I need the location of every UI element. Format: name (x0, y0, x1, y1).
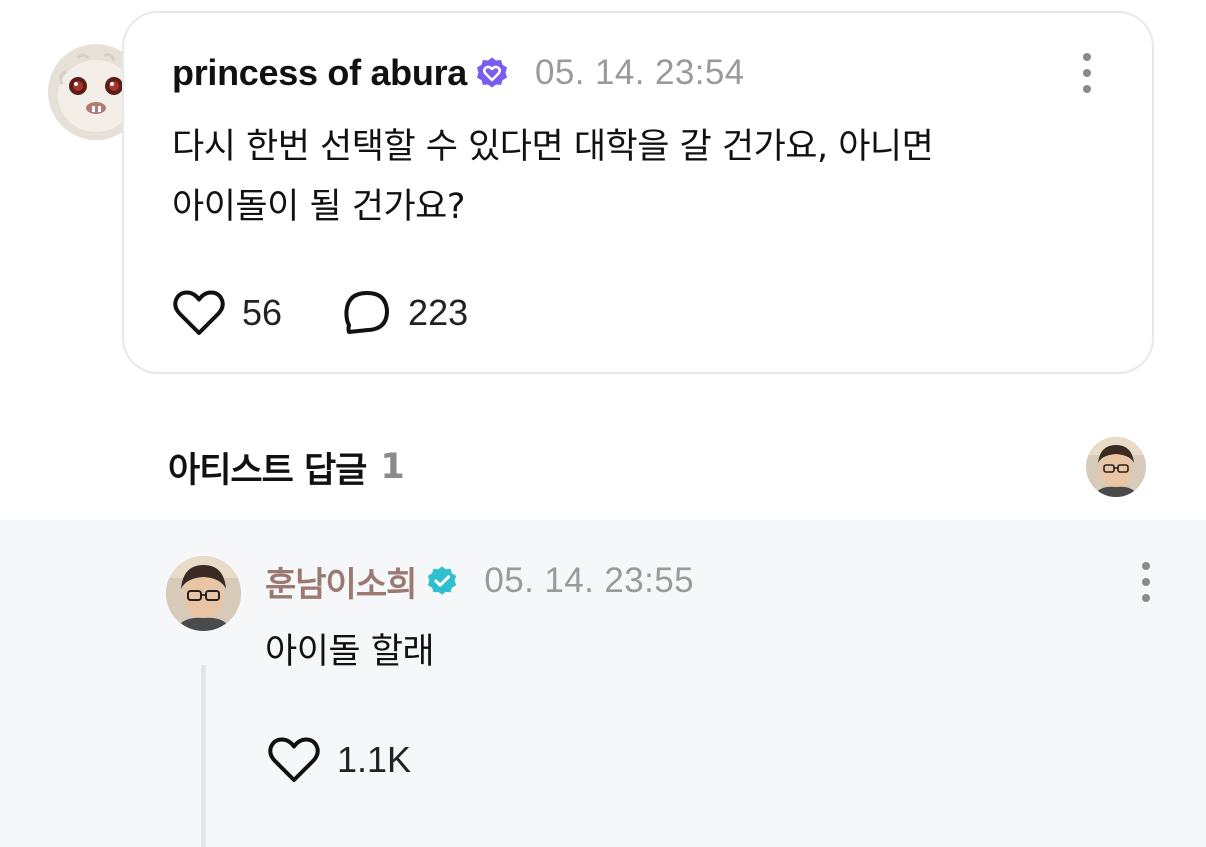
artist-portrait-image (1086, 437, 1146, 497)
reply-actions: 1.1K (267, 734, 411, 786)
reply-timestamp: 05. 14. 23:55 (484, 561, 694, 600)
post-author-name[interactable]: princess of abura (172, 52, 467, 94)
artist-portrait-image (166, 556, 241, 631)
artist-replies-label: 아티스트 답글 (168, 450, 367, 491)
speech-bubble-icon (344, 291, 390, 334)
post-header: princess of abura 05. 14. 23:54 (172, 52, 745, 94)
post-reply-button[interactable]: 223 (342, 289, 468, 337)
post-timestamp: 05. 14. 23:54 (535, 53, 745, 92)
reply-text: 아이돌 할래 (265, 632, 435, 672)
reply-like-button[interactable]: 1.1K (267, 736, 411, 784)
heart-outline-icon (268, 737, 320, 782)
reply-more-options-icon[interactable] (1140, 562, 1152, 602)
heart-outline-icon (173, 290, 225, 335)
reply-author-name[interactable]: 훈남이소희 (265, 557, 417, 606)
post-text: 다시 한번 선택할 수 있다면 대학을 갈 건가요, 아니면 아이돌이 될 건가… (172, 127, 934, 227)
post-like-count: 56 (242, 292, 283, 333)
original-post-card: princess of abura 05. 14. 23:54 다시 한번 선택… (122, 11, 1154, 374)
post-reply-count: 223 (408, 292, 469, 333)
post-like-button[interactable]: 56 (172, 289, 282, 337)
artist-reply-panel: 훈남이소희 05. 14. 23:55 아이돌 할래 1.1K (0, 520, 1206, 847)
reply-author-avatar[interactable] (166, 556, 241, 631)
artist-avatar-small[interactable] (1086, 437, 1146, 497)
reply-header: 훈남이소희 05. 14. 23:55 (265, 560, 694, 605)
verified-check-badge-icon (426, 565, 458, 597)
reply-like-count: 1.1K (337, 739, 412, 780)
verified-heart-badge-icon (475, 56, 509, 90)
artist-replies-count: 1 (380, 447, 405, 487)
post-actions: 56 223 (172, 287, 468, 339)
post-more-options-icon[interactable] (1081, 53, 1093, 93)
thread-line (201, 665, 206, 847)
artist-replies-header: 아티스트 답글 1 (168, 442, 405, 492)
